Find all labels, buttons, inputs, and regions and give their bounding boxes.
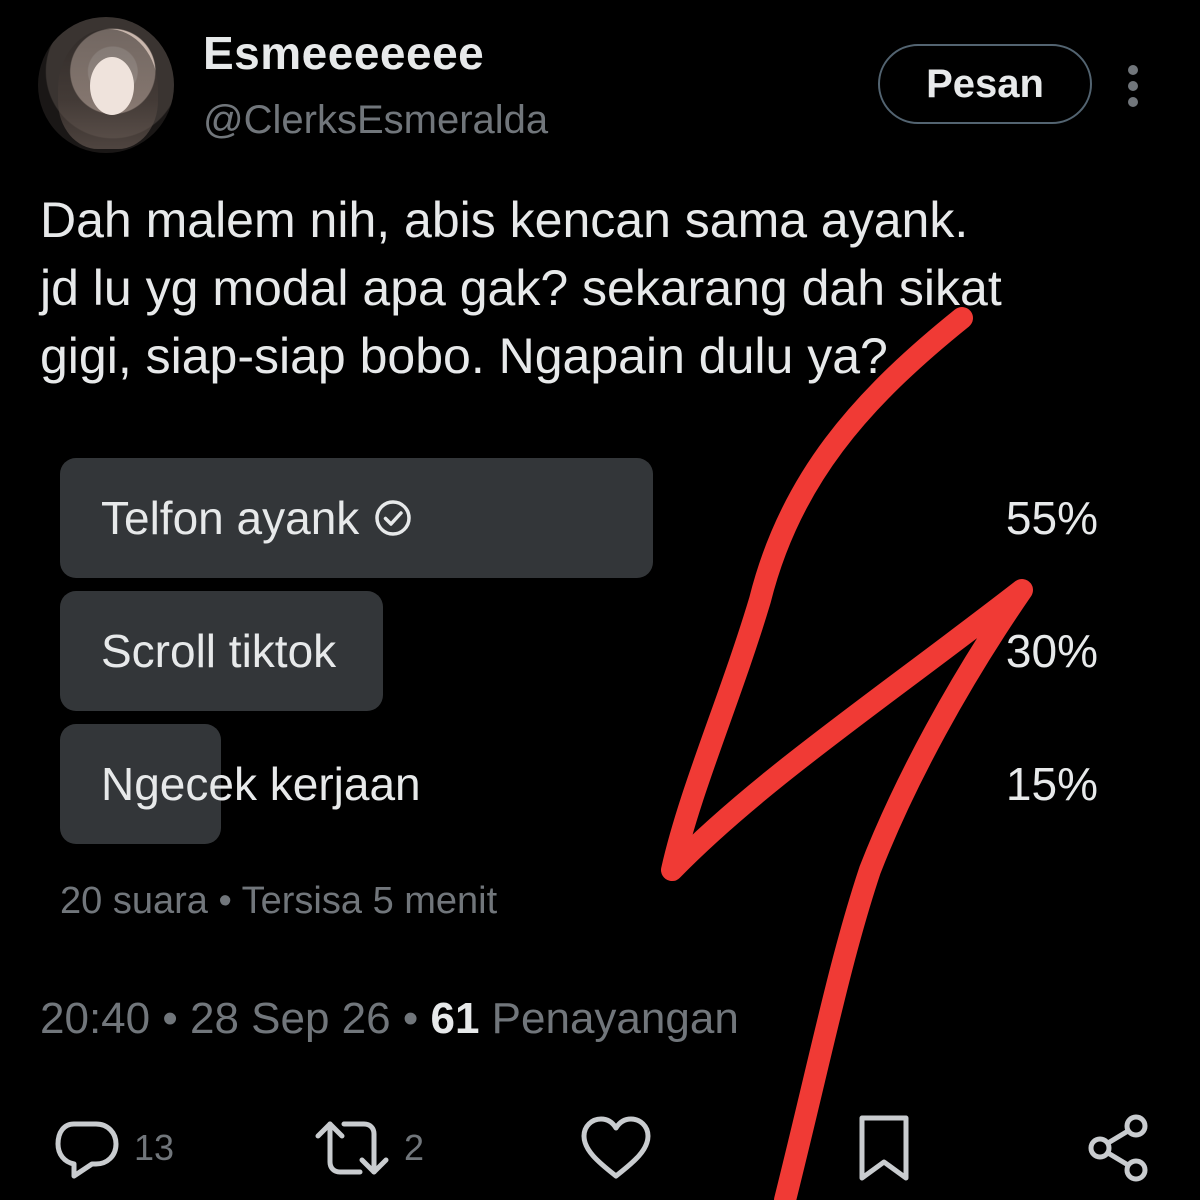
poll-meta-separator: •	[218, 880, 232, 922]
reply-icon	[55, 1121, 119, 1179]
poll-option-label: Telfon ayank	[101, 492, 360, 544]
poll-option-label-wrap: Ngecek kerjaan	[101, 724, 421, 844]
poll-meta: 20 suara • Tersisa 5 menit	[60, 880, 497, 923]
tweet-time[interactable]: 20:40	[40, 994, 150, 1043]
tweet-text: Dah malem nih, abis kencan sama ayank. j…	[40, 192, 1002, 384]
bookmark-icon	[859, 1115, 909, 1181]
views-count: 61	[430, 994, 480, 1043]
message-button[interactable]: Pesan	[878, 44, 1092, 124]
poll-option-percent: 15%	[1005, 758, 1098, 810]
share-button[interactable]	[1084, 1112, 1156, 1184]
more-vertical-icon[interactable]	[1116, 62, 1150, 110]
poll: Telfon ayank 55% Scroll tiktok 30% Ngece…	[60, 458, 1120, 857]
poll-option-percent: 30%	[1005, 625, 1098, 677]
meta-separator: •	[402, 994, 419, 1043]
reply-count: 13	[134, 1127, 175, 1168]
poll-option: Telfon ayank 55%	[60, 458, 1120, 578]
poll-option-label: Ngecek kerjaan	[101, 758, 421, 810]
display-name[interactable]: Esmeeeeeee	[203, 26, 484, 80]
views-label: Penayangan	[491, 994, 739, 1043]
retweet-button[interactable]: 2	[310, 1112, 424, 1184]
avatar-face	[90, 57, 134, 115]
retweet-count: 2	[404, 1127, 425, 1168]
bookmark-button[interactable]	[852, 1112, 916, 1184]
heart-icon	[581, 1116, 651, 1179]
reply-button[interactable]: 13	[52, 1112, 174, 1184]
tweet-date[interactable]: 28 Sep 26	[190, 994, 391, 1043]
poll-option: Scroll tiktok 30%	[60, 591, 1120, 711]
poll-remaining: Tersisa 5 menit	[241, 880, 498, 922]
poll-option-percent: 55%	[1005, 492, 1098, 544]
user-handle[interactable]: @ClerksEsmeralda	[203, 98, 548, 143]
poll-option-label: Scroll tiktok	[101, 625, 337, 677]
avatar[interactable]	[38, 17, 174, 153]
tweet-meta: 20:40 • 28 Sep 26 • 61 Penayangan	[40, 994, 739, 1044]
retweet-icon	[315, 1121, 389, 1175]
share-icon	[1088, 1114, 1148, 1182]
poll-option: Ngecek kerjaan 15%	[60, 724, 1120, 844]
like-button[interactable]	[578, 1112, 654, 1184]
check-circle-icon	[375, 500, 412, 536]
poll-option-label-wrap: Scroll tiktok	[101, 591, 336, 711]
meta-separator: •	[162, 994, 178, 1043]
tweet-detail-page: Esmeeeeeee @ClerksEsmeralda Pesan Dah ma…	[0, 0, 1200, 1200]
poll-option-label-wrap: Telfon ayank	[101, 458, 413, 578]
poll-votes: 20 suara	[60, 880, 208, 922]
tweet-action-bar: 13 2	[0, 1112, 1200, 1184]
